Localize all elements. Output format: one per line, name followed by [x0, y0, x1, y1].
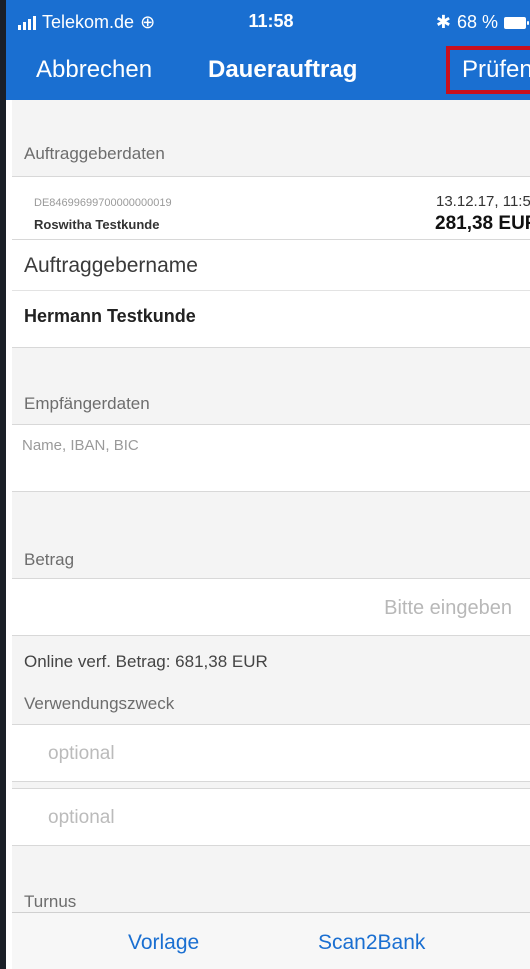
- purpose-field-2[interactable]: optional: [12, 788, 530, 846]
- status-right: ✱ 68 %: [435, 12, 529, 33]
- payer-account-row[interactable]: DE84699699700000000019 Roswitha Testkund…: [12, 176, 530, 240]
- bottom-toolbar: Vorlage Scan2Bank: [12, 912, 530, 969]
- payer-name-input[interactable]: Hermann Testkunde: [24, 306, 196, 327]
- check-button-label: Prüfen: [462, 56, 530, 83]
- account-balance: 281,38 EUR: [435, 213, 530, 234]
- header: Telekom.de ⊕ 11:58 ✱ 68 % Abbrechen Daue…: [6, 0, 530, 100]
- amount-placeholder: Bitte eingeben: [384, 597, 512, 619]
- battery-icon: [504, 16, 529, 29]
- recipient-selector[interactable]: Name, IBAN, BIC ›: [12, 424, 530, 492]
- cancel-button[interactable]: Abbrechen: [36, 56, 152, 84]
- recipient-data-header: Empfängerdaten: [24, 394, 150, 413]
- payer-data-header: Auftraggeberdaten: [24, 144, 165, 163]
- bluetooth-icon: ✱: [435, 12, 451, 32]
- page-title: Dauerauftrag: [208, 56, 358, 83]
- account-holder: Roswitha Testkunde: [34, 217, 160, 232]
- check-button[interactable]: Prüfen: [446, 46, 530, 94]
- amount-field[interactable]: Bitte eingeben: [12, 578, 530, 636]
- amount-header: Betrag: [24, 550, 75, 569]
- recipient-placeholder: Name, IBAN, BIC: [22, 437, 139, 454]
- divider: [12, 290, 530, 291]
- navigation-bar: Abbrechen Dauerauftrag Prüfen: [6, 44, 530, 100]
- online-available-amount: Online verf. Betrag: 681,38 EUR: [24, 652, 268, 671]
- account-iban: DE84699699700000000019: [34, 197, 172, 209]
- template-button[interactable]: Vorlage: [128, 931, 199, 955]
- payer-name-block: Auftraggebername Hermann Testkunde: [12, 240, 530, 348]
- payer-name-label: Auftraggebername: [24, 254, 198, 277]
- status-bar: Telekom.de ⊕ 11:58 ✱ 68 %: [6, 0, 530, 44]
- interval-header: Turnus: [24, 892, 77, 911]
- form-content: Auftraggeberdaten DE84699699700000000019…: [12, 100, 530, 912]
- account-datetime: 13.12.17, 11:58: [436, 193, 530, 210]
- app-frame: Telekom.de ⊕ 11:58 ✱ 68 % Abbrechen Daue…: [0, 0, 530, 969]
- purpose-placeholder-2: optional: [48, 807, 115, 828]
- purpose-placeholder-1: optional: [48, 743, 115, 764]
- battery-percent: 68 %: [456, 12, 498, 32]
- scan2bank-button[interactable]: Scan2Bank: [318, 931, 425, 955]
- purpose-field-1[interactable]: optional: [12, 724, 530, 782]
- purpose-header: Verwendungszweck: [24, 694, 175, 713]
